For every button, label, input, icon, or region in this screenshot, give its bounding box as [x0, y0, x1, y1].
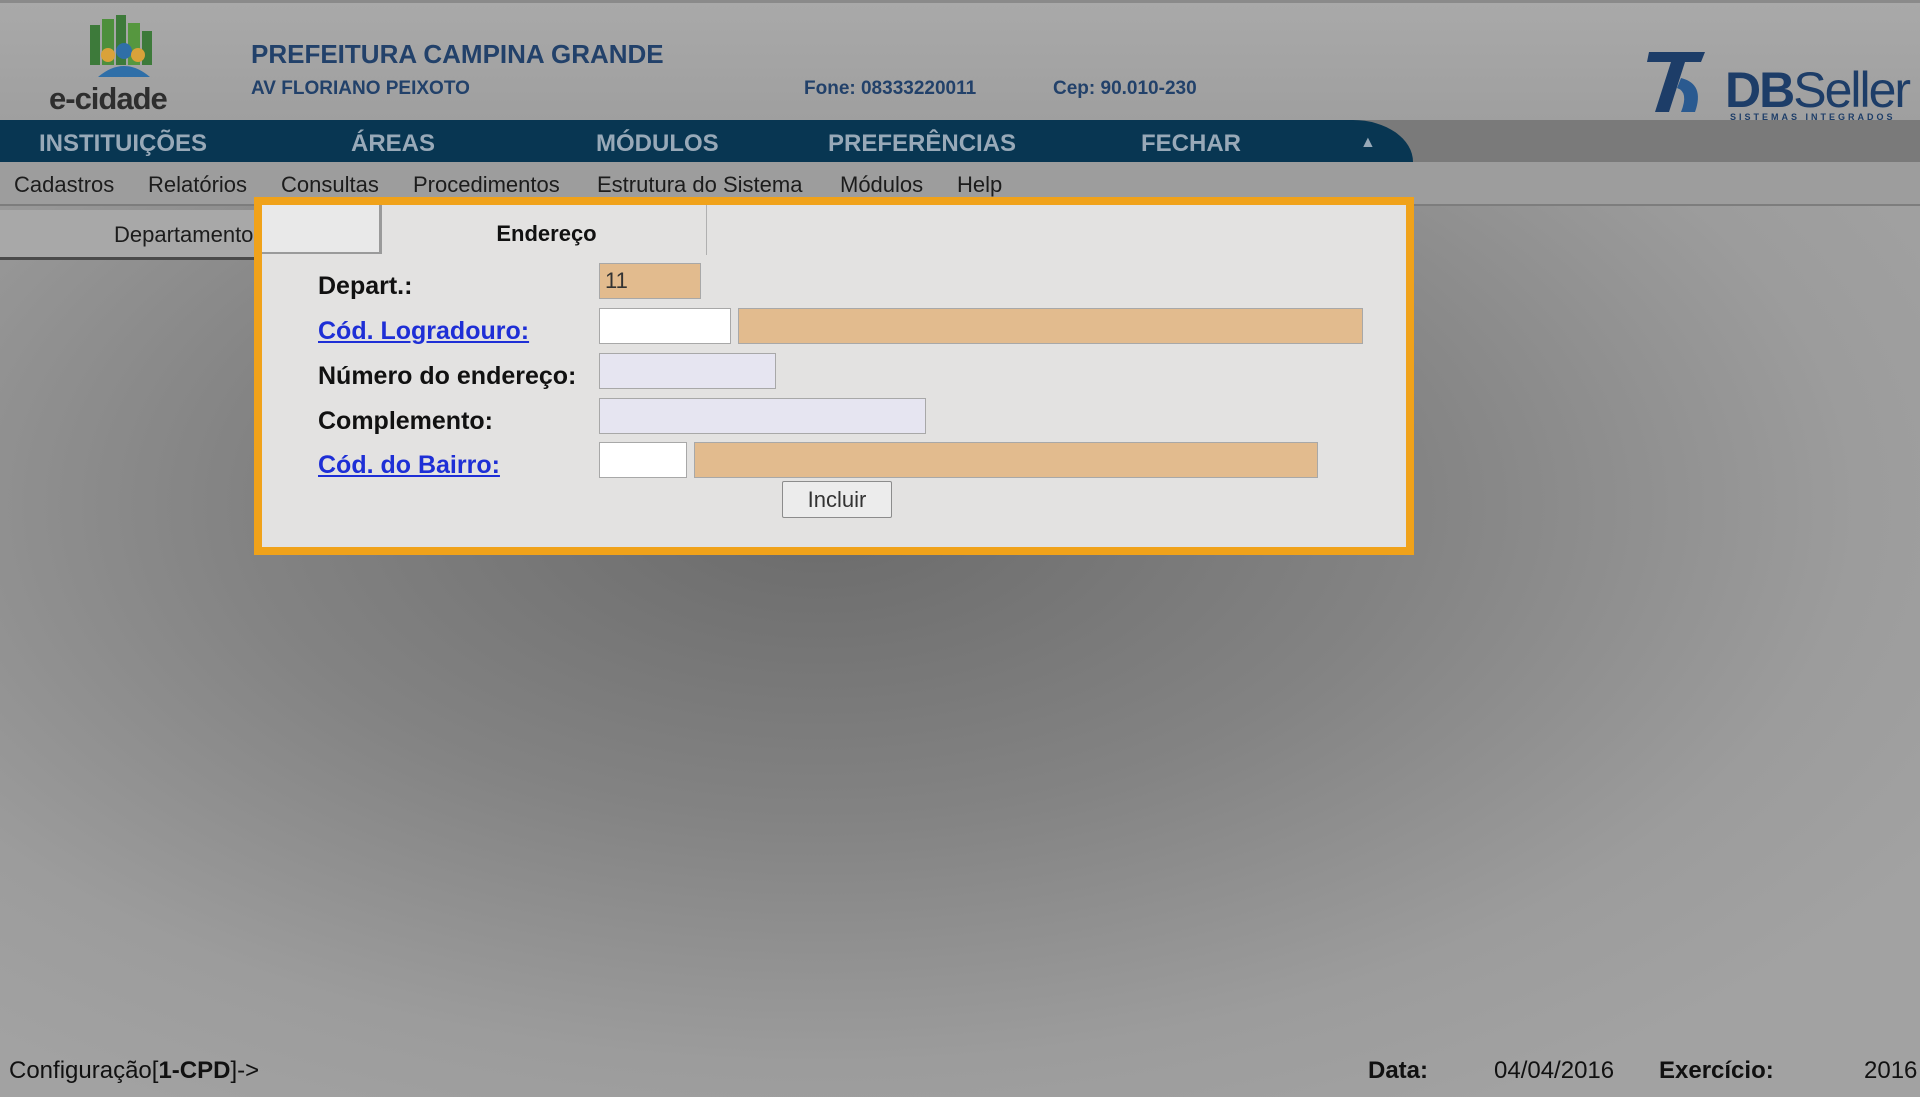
- footer-data-value: 04/04/2016: [1494, 1057, 1615, 1084]
- complemento-label: Complemento:: [318, 407, 493, 435]
- dbseller-mark-icon: [1647, 52, 1705, 112]
- header: e-cidade PREFEITURA CAMPINA GRANDE AV FL…: [0, 0, 1920, 122]
- tab-blank[interactable]: [262, 205, 382, 254]
- nav-preferencias[interactable]: PREFERÊNCIAS: [828, 130, 1016, 158]
- incluir-button[interactable]: Incluir: [782, 481, 892, 518]
- dbseller-wordmark: DBSeller: [1725, 62, 1911, 118]
- footer-config-dept: 1-CPD: [158, 1057, 231, 1084]
- depart-label: Depart.:: [318, 272, 413, 300]
- footer-config: Configuração[1-CPD]->: [9, 1057, 260, 1084]
- ecidade-logo-text: e-cidade: [49, 81, 168, 116]
- footer-exercicio-value: 2016: [1864, 1057, 1918, 1084]
- complemento-field[interactable]: [599, 398, 926, 434]
- menu-modulos[interactable]: Módulos: [840, 172, 923, 198]
- depart-field[interactable]: [599, 263, 701, 299]
- footer-data-label: Data:: [1368, 1057, 1429, 1084]
- collapse-up-icon[interactable]: ▲: [1360, 134, 1376, 152]
- bairro-name-field[interactable]: [694, 442, 1318, 478]
- nav-areas[interactable]: ÁREAS: [351, 130, 435, 158]
- numero-field[interactable]: [599, 353, 776, 389]
- nav-instituicoes[interactable]: INSTITUIÇÕES: [39, 130, 207, 158]
- institution-phone: Fone: 08333220011: [804, 78, 977, 99]
- tab-endereco[interactable]: Endereço: [387, 205, 707, 255]
- ecidade-logo: e-cidade: [45, 15, 195, 120]
- institution-cep: Cep: 90.010-230: [1053, 78, 1197, 99]
- menu-estrutura-sistema[interactable]: Estrutura do Sistema: [597, 172, 802, 198]
- logradouro-name-field[interactable]: [738, 308, 1363, 344]
- nav-fechar[interactable]: FECHAR: [1141, 130, 1241, 158]
- bairro-link[interactable]: Cód. do Bairro:: [318, 451, 500, 480]
- logradouro-code-field[interactable]: [599, 308, 731, 344]
- menu-help[interactable]: Help: [957, 172, 1002, 198]
- endereco-form-panel: Endereço Depart.: Cód. Logradouro: Númer…: [254, 197, 1414, 555]
- institution-name: PREFEITURA CAMPINA GRANDE: [251, 39, 664, 69]
- menu-procedimentos[interactable]: Procedimentos: [413, 172, 560, 198]
- bairro-code-field[interactable]: [599, 442, 687, 478]
- numero-label: Número do endereço:: [318, 362, 577, 390]
- dbseller-tagline: SISTEMAS INTEGRADOS: [1730, 112, 1896, 122]
- menu-cadastros[interactable]: Cadastros: [14, 172, 114, 198]
- menu-relatorios[interactable]: Relatórios: [148, 172, 247, 198]
- logradouro-link[interactable]: Cód. Logradouro:: [318, 317, 529, 346]
- top-navigation: INSTITUIÇÕES ÁREAS MÓDULOS PREFERÊNCIAS …: [0, 120, 1413, 162]
- menu-consultas[interactable]: Consultas: [281, 172, 379, 198]
- institution-address: AV FLORIANO PEIXOTO: [251, 78, 470, 99]
- nav-modulos[interactable]: MÓDULOS: [596, 130, 719, 158]
- footer-exercicio-label: Exercício:: [1659, 1057, 1774, 1084]
- dbseller-logo: DBSeller SISTEMAS INTEGRADOS: [1640, 48, 1911, 128]
